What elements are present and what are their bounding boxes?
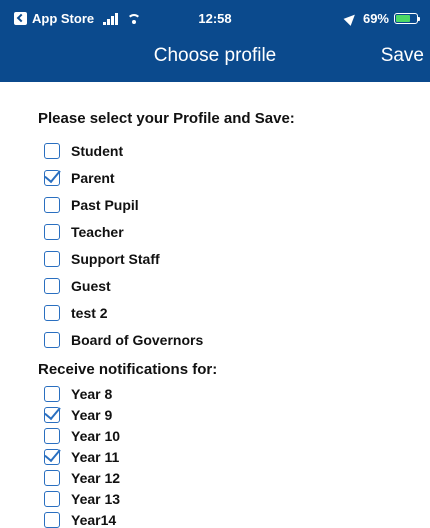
notification-checkbox[interactable] [44, 449, 60, 465]
profile-checkbox[interactable] [44, 251, 60, 267]
notification-option[interactable]: Year 9 [44, 407, 112, 423]
profile-option[interactable]: Past Pupil [44, 197, 139, 213]
notification-option-label: Year 13 [71, 491, 121, 507]
profile-option[interactable]: test 2 [44, 305, 108, 321]
profile-checkbox[interactable] [44, 224, 60, 240]
profile-checkbox[interactable] [44, 170, 60, 186]
notifications-heading: Receive notifications for: [38, 361, 218, 378]
profile-option-label: Past Pupil [71, 197, 139, 213]
profile-checkbox[interactable] [44, 332, 60, 348]
notification-option-label: Year 9 [71, 407, 113, 423]
profile-option[interactable]: Guest [44, 278, 111, 294]
notification-option-label: Year 11 [71, 449, 120, 465]
notification-option[interactable]: Year 8 [44, 386, 112, 402]
profile-option[interactable]: Support Staff [44, 251, 160, 267]
profile-checkbox[interactable] [44, 143, 60, 159]
notification-checkbox[interactable] [44, 491, 60, 507]
profile-checkbox[interactable] [44, 197, 60, 213]
profile-heading: Please select your Profile and Save: [38, 110, 295, 127]
notification-option[interactable]: Year 10 [44, 428, 120, 444]
notification-option[interactable]: Year 13 [44, 491, 120, 507]
status-bar: App Store 12:58 69% [0, 0, 430, 36]
profile-option-label: Student [71, 143, 124, 159]
profile-option-label: test 2 [71, 305, 108, 321]
notification-checkbox[interactable] [44, 386, 60, 402]
battery-fill [396, 15, 410, 22]
save-button[interactable]: Save [381, 45, 424, 67]
notification-checkbox[interactable] [44, 428, 60, 444]
profile-option-label: Teacher [71, 224, 124, 240]
notification-option-label: Year 8 [71, 386, 113, 402]
profile-option[interactable]: Parent [44, 170, 115, 186]
notification-checkbox[interactable] [44, 512, 60, 528]
profile-checkbox[interactable] [44, 278, 60, 294]
profile-option-label: Board of Governors [71, 332, 204, 348]
notification-checkbox[interactable] [44, 470, 60, 486]
notification-option-label: Year14 [71, 512, 117, 528]
profile-option[interactable]: Board of Governors [44, 332, 203, 348]
location-icon [343, 11, 359, 26]
profile-checkbox[interactable] [44, 305, 60, 321]
notification-option[interactable]: Year14 [44, 512, 116, 528]
notification-option[interactable]: Year 12 [44, 470, 120, 486]
nav-header: App Store 12:58 69% Choose profile Save [0, 0, 430, 82]
profile-option[interactable]: Teacher [44, 224, 124, 240]
profile-option-label: Guest [71, 278, 111, 294]
status-right: 69% [343, 11, 420, 26]
notification-checkbox[interactable] [44, 407, 60, 423]
notification-option[interactable]: Year 11 [44, 449, 119, 465]
page-title: Choose profile [153, 45, 277, 66]
battery-percent: 69% [362, 11, 389, 26]
notification-option-label: Year 12 [71, 470, 121, 486]
profile-option[interactable]: Student [44, 143, 123, 159]
battery-icon [394, 13, 420, 24]
profile-option-label: Support Staff [71, 251, 160, 267]
profile-option-label: Parent [71, 170, 115, 186]
notification-option-label: Year 10 [71, 428, 121, 444]
